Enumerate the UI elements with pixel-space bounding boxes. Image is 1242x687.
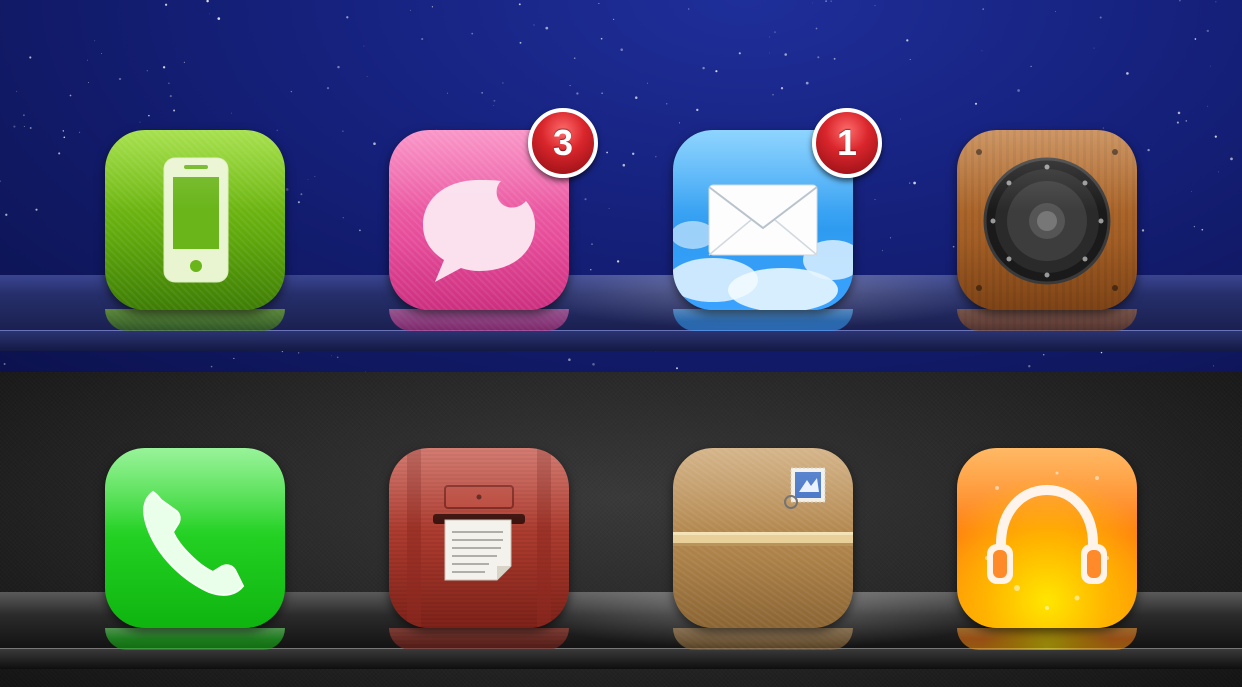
phone-app-icon[interactable]: [105, 448, 285, 628]
headphones-icon: [985, 471, 1109, 610]
mailbox-icon: [407, 448, 551, 628]
dock-shelf-edge-top: [0, 330, 1242, 351]
smartphone-icon: [163, 157, 229, 283]
music-app-icon[interactable]: [957, 448, 1137, 628]
speaker-app-icon[interactable]: [957, 130, 1137, 310]
parcel-icon: [673, 467, 853, 546]
mailbox-app-icon[interactable]: [389, 448, 569, 628]
phone-handset-icon: [143, 490, 245, 596]
messages-badge[interactable]: 3: [528, 108, 598, 178]
mail-badge[interactable]: 1: [812, 108, 882, 178]
dock-panel-bottom: [0, 372, 1242, 687]
dock-panel-top: 3 1: [0, 0, 1242, 372]
device-icon-reflection: [105, 309, 285, 331]
mailbox-icon-reflection: [389, 628, 569, 650]
dock-shelf-edge-bottom: [0, 648, 1242, 669]
mail-icon-reflection: [673, 309, 853, 331]
speaker-icon-reflection: [957, 309, 1137, 331]
music-icon-reflection: [957, 628, 1137, 650]
package-icon-reflection: [673, 628, 853, 650]
speaker-icon: [976, 149, 1118, 291]
package-app-icon[interactable]: [673, 448, 853, 628]
phone-icon-reflection: [105, 628, 285, 650]
messages-icon-reflection: [389, 309, 569, 331]
device-app-icon[interactable]: [105, 130, 285, 310]
